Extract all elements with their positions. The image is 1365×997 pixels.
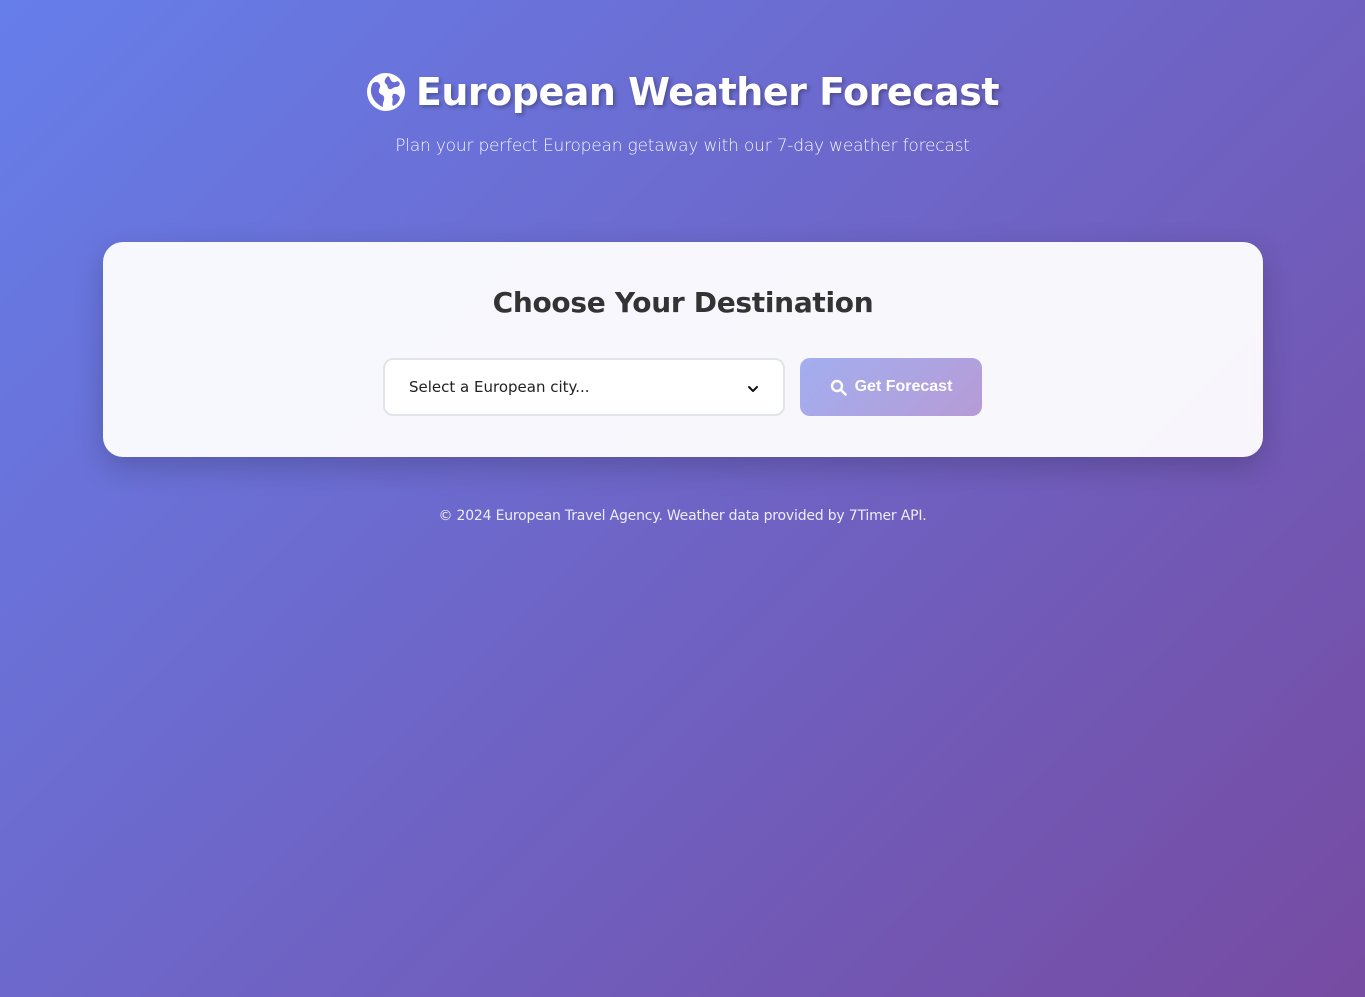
page-title: European Weather Forecast bbox=[415, 70, 1000, 114]
get-forecast-button[interactable]: Get Forecast bbox=[800, 358, 982, 416]
title-row: European Weather Forecast bbox=[366, 66, 1000, 118]
footer-text: © 2024 European Travel Agency. Weather d… bbox=[438, 508, 927, 524]
search-controls: Select a European city... Get Forecast bbox=[383, 358, 982, 416]
city-select-value: Select a European city... bbox=[409, 378, 590, 396]
globe-europe-icon bbox=[366, 72, 406, 112]
city-select[interactable]: Select a European city... bbox=[383, 358, 785, 416]
destination-card: Choose Your Destination Select a Europea… bbox=[103, 242, 1263, 457]
search-icon bbox=[830, 379, 847, 396]
card-title: Choose Your Destination bbox=[492, 286, 874, 319]
chevron-down-icon bbox=[747, 381, 759, 393]
page-subtitle: Plan your perfect European getaway with … bbox=[395, 136, 970, 156]
page-header: European Weather Forecast Plan your perf… bbox=[0, 66, 1365, 156]
get-forecast-label: Get Forecast bbox=[854, 378, 953, 395]
